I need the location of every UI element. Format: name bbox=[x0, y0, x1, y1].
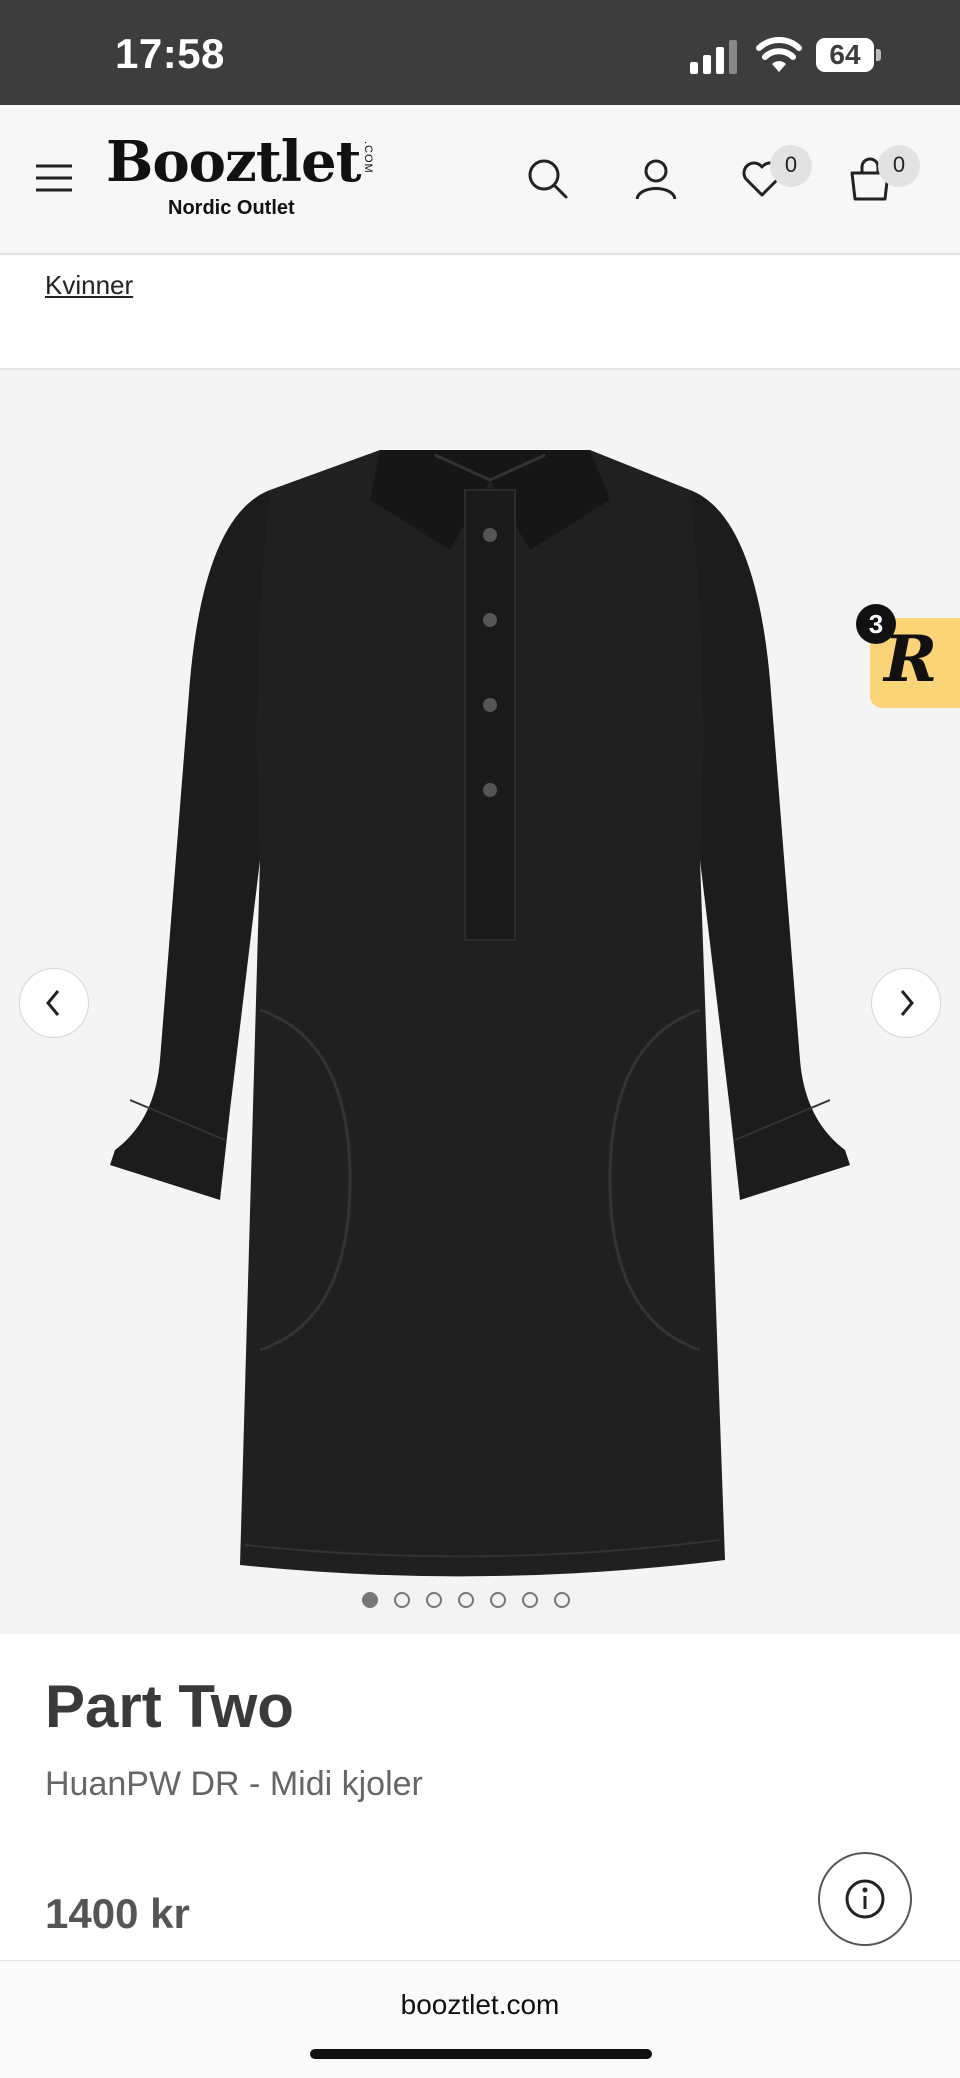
gallery-dot[interactable] bbox=[554, 1592, 570, 1608]
browser-url-bar[interactable]: booztlet.com bbox=[0, 1960, 960, 2078]
gallery-pagination bbox=[362, 1592, 570, 1612]
product-name: HuanPW DR - Midi kjoler bbox=[45, 1765, 423, 1803]
product-gallery[interactable]: R 3 bbox=[0, 370, 960, 1634]
logo-wordmark: Booztlet bbox=[106, 129, 361, 195]
product-price: 1400 kr bbox=[45, 1890, 190, 1937]
reviews-count-badge: 3 bbox=[856, 604, 896, 644]
wishlist-count-badge: 0 bbox=[770, 145, 812, 187]
cart-count-badge: 0 bbox=[878, 145, 920, 187]
status-bar: 17:58 64 bbox=[0, 0, 960, 105]
next-image-button[interactable] bbox=[871, 968, 941, 1038]
home-indicator[interactable] bbox=[310, 2049, 652, 2059]
battery-icon: 64 bbox=[816, 38, 881, 72]
site-header: Booztlet .COM Nordic Outlet 0 0 bbox=[0, 105, 960, 255]
logo-subtitle: Nordic Outlet bbox=[168, 197, 295, 219]
wifi-icon bbox=[756, 37, 802, 72]
gallery-dot[interactable] bbox=[458, 1592, 474, 1608]
reviews-widget[interactable]: R 3 bbox=[856, 604, 960, 708]
url-text[interactable]: booztlet.com bbox=[0, 1989, 960, 2021]
gallery-dot[interactable] bbox=[362, 1592, 378, 1608]
battery-level: 64 bbox=[816, 38, 874, 72]
previous-image-button[interactable] bbox=[19, 968, 89, 1038]
chevron-left-icon bbox=[46, 990, 60, 1016]
site-logo[interactable]: Booztlet .COM Nordic Outlet bbox=[106, 129, 386, 229]
breadcrumb-link[interactable]: Kvinner bbox=[45, 270, 133, 301]
status-time: 17:58 bbox=[115, 30, 225, 77]
gallery-dot[interactable] bbox=[394, 1592, 410, 1608]
search-icon[interactable] bbox=[526, 157, 570, 201]
gallery-dot[interactable] bbox=[522, 1592, 538, 1608]
battery-tip bbox=[876, 49, 881, 61]
gallery-dot[interactable] bbox=[426, 1592, 442, 1608]
signal-icon bbox=[690, 40, 737, 74]
gallery-dot[interactable] bbox=[490, 1592, 506, 1608]
chevron-right-icon bbox=[900, 990, 914, 1016]
product-brand[interactable]: Part Two bbox=[45, 1672, 294, 1741]
menu-icon[interactable] bbox=[36, 163, 72, 193]
info-button[interactable] bbox=[818, 1852, 912, 1946]
logo-com: .COM bbox=[362, 141, 374, 174]
info-icon bbox=[845, 1879, 885, 1919]
account-icon[interactable] bbox=[634, 157, 678, 201]
product-image[interactable] bbox=[110, 420, 850, 1580]
